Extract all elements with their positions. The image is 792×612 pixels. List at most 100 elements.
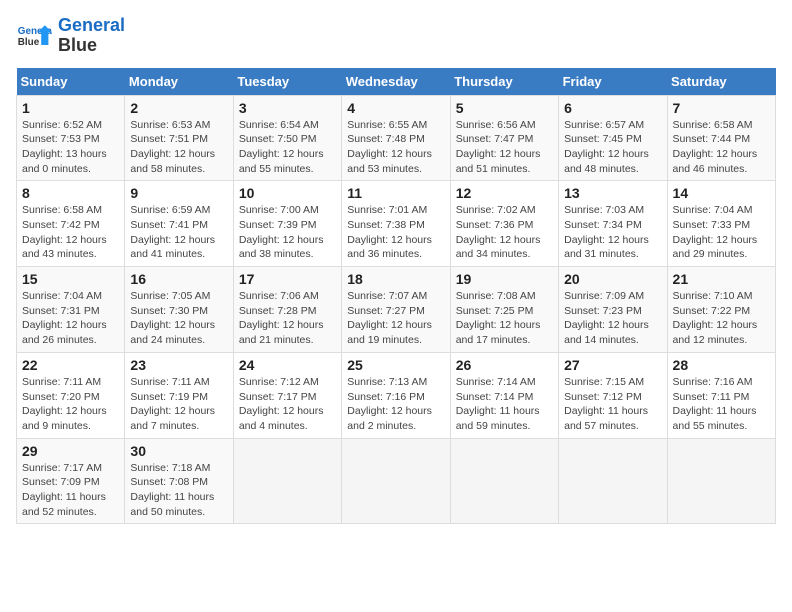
day-cell-17: 17 Sunrise: 7:06 AM Sunset: 7:28 PM Dayli… (233, 267, 341, 353)
day-number: 11 (347, 185, 444, 201)
day-number: 25 (347, 357, 444, 373)
day-number: 8 (22, 185, 119, 201)
day-number: 17 (239, 271, 336, 287)
day-number: 19 (456, 271, 553, 287)
day-info: Sunrise: 7:00 AM Sunset: 7:39 PM Dayligh… (239, 203, 336, 262)
day-number: 23 (130, 357, 227, 373)
day-number: 14 (673, 185, 770, 201)
weekday-header-saturday: Saturday (667, 68, 775, 96)
empty-cell (559, 438, 667, 524)
weekday-header-wednesday: Wednesday (342, 68, 450, 96)
week-row-5: 29 Sunrise: 7:17 AM Sunset: 7:09 PM Dayli… (17, 438, 776, 524)
day-cell-10: 10 Sunrise: 7:00 AM Sunset: 7:39 PM Dayli… (233, 181, 341, 267)
day-cell-7: 7Sunrise: 6:58 AM Sunset: 7:44 PM Daylig… (667, 95, 775, 181)
day-number: 20 (564, 271, 661, 287)
day-cell-14: 14 Sunrise: 7:04 AM Sunset: 7:33 PM Dayli… (667, 181, 775, 267)
day-number: 6 (564, 100, 661, 116)
day-cell-30: 30 Sunrise: 7:18 AM Sunset: 7:08 PM Dayli… (125, 438, 233, 524)
day-info: Sunrise: 7:07 AM Sunset: 7:27 PM Dayligh… (347, 289, 444, 348)
empty-cell (233, 438, 341, 524)
day-info: Sunrise: 7:08 AM Sunset: 7:25 PM Dayligh… (456, 289, 553, 348)
day-number: 10 (239, 185, 336, 201)
day-cell-4: 4 Sunrise: 6:55 AM Sunset: 7:48 PM Daylig… (342, 95, 450, 181)
empty-cell (667, 438, 775, 524)
day-number: 27 (564, 357, 661, 373)
week-row-4: 22 Sunrise: 7:11 AM Sunset: 7:20 PM Dayli… (17, 352, 776, 438)
day-number: 5 (456, 100, 553, 116)
day-info: Sunrise: 6:53 AM Sunset: 7:51 PM Dayligh… (130, 118, 227, 177)
day-number: 4 (347, 100, 444, 116)
day-cell-23: 23 Sunrise: 7:11 AM Sunset: 7:19 PM Dayli… (125, 352, 233, 438)
day-cell-26: 26 Sunrise: 7:14 AM Sunset: 7:14 PM Dayli… (450, 352, 558, 438)
day-cell-29: 29 Sunrise: 7:17 AM Sunset: 7:09 PM Dayli… (17, 438, 125, 524)
logo-text: GeneralBlue (58, 16, 125, 56)
day-info: Sunrise: 7:11 AM Sunset: 7:19 PM Dayligh… (130, 375, 227, 434)
day-cell-16: 16Sunrise: 7:05 AM Sunset: 7:30 PM Dayli… (125, 267, 233, 353)
day-info: Sunrise: 6:57 AM Sunset: 7:45 PM Dayligh… (564, 118, 661, 177)
day-info: Sunrise: 6:56 AM Sunset: 7:47 PM Dayligh… (456, 118, 553, 177)
weekday-header-row: SundayMondayTuesdayWednesdayThursdayFrid… (17, 68, 776, 96)
day-info: Sunrise: 6:59 AM Sunset: 7:41 PM Dayligh… (130, 203, 227, 262)
day-number: 29 (22, 443, 119, 459)
day-cell-25: 25 Sunrise: 7:13 AM Sunset: 7:16 PM Dayli… (342, 352, 450, 438)
day-info: Sunrise: 7:13 AM Sunset: 7:16 PM Dayligh… (347, 375, 444, 434)
day-cell-19: 19 Sunrise: 7:08 AM Sunset: 7:25 PM Dayli… (450, 267, 558, 353)
weekday-header-thursday: Thursday (450, 68, 558, 96)
day-number: 12 (456, 185, 553, 201)
day-cell-15: 15Sunrise: 7:04 AM Sunset: 7:31 PM Dayli… (17, 267, 125, 353)
day-number: 21 (673, 271, 770, 287)
day-cell-8: 8 Sunrise: 6:58 AM Sunset: 7:42 PM Daylig… (17, 181, 125, 267)
day-info: Sunrise: 6:52 AM Sunset: 7:53 PM Dayligh… (22, 118, 119, 177)
day-cell-6: 6 Sunrise: 6:57 AM Sunset: 7:45 PM Daylig… (559, 95, 667, 181)
day-number: 24 (239, 357, 336, 373)
svg-text:Blue: Blue (18, 37, 40, 48)
day-info: Sunrise: 7:18 AM Sunset: 7:08 PM Dayligh… (130, 461, 227, 520)
day-number: 2 (130, 100, 227, 116)
week-row-3: 15Sunrise: 7:04 AM Sunset: 7:31 PM Dayli… (17, 267, 776, 353)
day-info: Sunrise: 7:09 AM Sunset: 7:23 PM Dayligh… (564, 289, 661, 348)
day-info: Sunrise: 7:06 AM Sunset: 7:28 PM Dayligh… (239, 289, 336, 348)
day-cell-9: 9Sunrise: 6:59 AM Sunset: 7:41 PM Daylig… (125, 181, 233, 267)
weekday-header-friday: Friday (559, 68, 667, 96)
logo: General Blue GeneralBlue (16, 16, 125, 56)
day-info: Sunrise: 7:04 AM Sunset: 7:33 PM Dayligh… (673, 203, 770, 262)
day-info: Sunrise: 7:17 AM Sunset: 7:09 PM Dayligh… (22, 461, 119, 520)
day-info: Sunrise: 7:14 AM Sunset: 7:14 PM Dayligh… (456, 375, 553, 434)
day-number: 7 (673, 100, 770, 116)
day-number: 13 (564, 185, 661, 201)
day-cell-3: 3 Sunrise: 6:54 AM Sunset: 7:50 PM Daylig… (233, 95, 341, 181)
day-info: Sunrise: 6:55 AM Sunset: 7:48 PM Dayligh… (347, 118, 444, 177)
weekday-header-sunday: Sunday (17, 68, 125, 96)
weekday-header-tuesday: Tuesday (233, 68, 341, 96)
day-cell-11: 11 Sunrise: 7:01 AM Sunset: 7:38 PM Dayli… (342, 181, 450, 267)
day-cell-21: 21 Sunrise: 7:10 AM Sunset: 7:22 PM Dayli… (667, 267, 775, 353)
day-number: 1 (22, 100, 119, 116)
day-number: 30 (130, 443, 227, 459)
day-cell-1: 1 Sunrise: 6:52 AM Sunset: 7:53 PM Daylig… (17, 95, 125, 181)
day-info: Sunrise: 7:05 AM Sunset: 7:30 PM Dayligh… (130, 289, 227, 348)
day-number: 15 (22, 271, 119, 287)
day-number: 22 (22, 357, 119, 373)
day-info: Sunrise: 7:12 AM Sunset: 7:17 PM Dayligh… (239, 375, 336, 434)
calendar-table: SundayMondayTuesdayWednesdayThursdayFrid… (16, 68, 776, 525)
day-cell-12: 12 Sunrise: 7:02 AM Sunset: 7:36 PM Dayli… (450, 181, 558, 267)
day-cell-24: 24 Sunrise: 7:12 AM Sunset: 7:17 PM Dayli… (233, 352, 341, 438)
empty-cell (342, 438, 450, 524)
day-cell-20: 20 Sunrise: 7:09 AM Sunset: 7:23 PM Dayli… (559, 267, 667, 353)
empty-cell (450, 438, 558, 524)
day-number: 26 (456, 357, 553, 373)
day-info: Sunrise: 7:02 AM Sunset: 7:36 PM Dayligh… (456, 203, 553, 262)
day-cell-28: 28Sunrise: 7:16 AM Sunset: 7:11 PM Dayli… (667, 352, 775, 438)
day-info: Sunrise: 7:11 AM Sunset: 7:20 PM Dayligh… (22, 375, 119, 434)
page-header: General Blue GeneralBlue (16, 16, 776, 56)
day-info: Sunrise: 7:10 AM Sunset: 7:22 PM Dayligh… (673, 289, 770, 348)
day-info: Sunrise: 6:58 AM Sunset: 7:42 PM Dayligh… (22, 203, 119, 262)
day-cell-18: 18Sunrise: 7:07 AM Sunset: 7:27 PM Dayli… (342, 267, 450, 353)
day-info: Sunrise: 6:54 AM Sunset: 7:50 PM Dayligh… (239, 118, 336, 177)
day-info: Sunrise: 7:01 AM Sunset: 7:38 PM Dayligh… (347, 203, 444, 262)
day-cell-27: 27Sunrise: 7:15 AM Sunset: 7:12 PM Dayli… (559, 352, 667, 438)
day-number: 3 (239, 100, 336, 116)
logo-icon: General Blue (16, 18, 52, 54)
day-cell-5: 5 Sunrise: 6:56 AM Sunset: 7:47 PM Daylig… (450, 95, 558, 181)
week-row-1: 1 Sunrise: 6:52 AM Sunset: 7:53 PM Daylig… (17, 95, 776, 181)
